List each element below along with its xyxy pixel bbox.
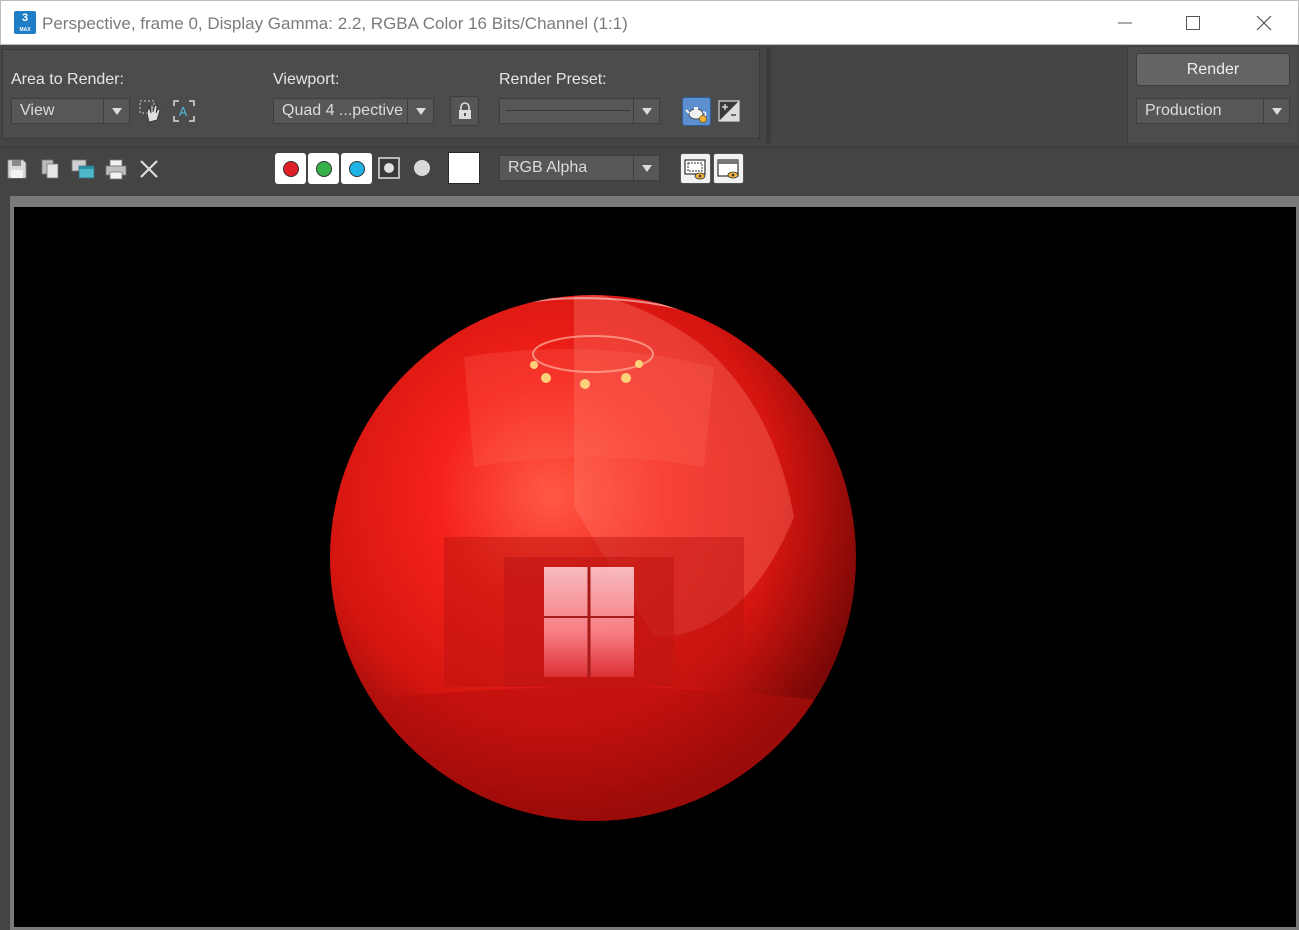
rendered-sphere-image — [330, 295, 856, 821]
edit-region-hand-icon — [139, 100, 161, 123]
save-icon — [7, 159, 27, 179]
svg-text:A: A — [179, 105, 188, 119]
print-image-button[interactable] — [103, 156, 129, 182]
area-to-render-dropdown[interactable]: View — [11, 98, 130, 124]
red-channel-icon — [282, 160, 299, 177]
chevron-down-icon — [407, 99, 433, 123]
window-eye-icon — [716, 158, 739, 178]
clear-icon — [140, 160, 158, 178]
viewport-value: Quad 4 ...pective — [282, 102, 403, 119]
area-to-render-label: Area to Render: — [11, 71, 124, 88]
auto-region-button[interactable]: A — [170, 97, 198, 125]
alpha-channel-toggle[interactable] — [376, 155, 402, 181]
window-title: Perspective, frame 0, Display Gamma: 2.2… — [42, 14, 628, 33]
render-button[interactable]: Render — [1136, 53, 1290, 86]
copy-icon — [41, 159, 59, 179]
blue-channel-toggle[interactable] — [341, 153, 372, 184]
settings-group — [2, 49, 760, 139]
panel-divider — [766, 47, 771, 143]
area-to-render-value: View — [20, 102, 55, 119]
render-preset-dropdown[interactable] — [499, 98, 660, 124]
minimize-button[interactable] — [1102, 1, 1148, 45]
app-logo-icon: 3 MAX — [14, 11, 36, 34]
monochrome-icon — [414, 160, 430, 176]
exposure-icon — [718, 100, 740, 122]
clone-window-icon — [71, 159, 95, 179]
save-image-button[interactable] — [4, 156, 30, 182]
chevron-down-icon — [103, 99, 129, 123]
blue-channel-icon — [348, 160, 365, 177]
chevron-down-icon — [633, 99, 659, 123]
edit-region-button[interactable] — [137, 97, 165, 125]
background-color-swatch[interactable] — [448, 152, 480, 184]
exposure-control-button[interactable] — [715, 97, 743, 125]
close-icon — [1256, 15, 1272, 31]
maximize-icon — [1186, 16, 1200, 30]
clone-window-button[interactable] — [70, 156, 96, 182]
monochrome-toggle[interactable] — [409, 155, 435, 181]
close-button[interactable] — [1241, 1, 1287, 45]
chevron-down-icon — [633, 156, 659, 180]
maximize-button[interactable] — [1170, 1, 1216, 45]
render-settings-panel — [0, 45, 1299, 145]
copy-image-button[interactable] — [37, 156, 63, 182]
render-setup-button[interactable] — [682, 97, 711, 126]
channel-display-dropdown[interactable]: RGB Alpha — [499, 155, 660, 181]
viewport-label: Viewport: — [273, 71, 340, 88]
chevron-down-icon — [1263, 99, 1289, 123]
minimize-icon — [1118, 22, 1132, 24]
clear-image-button[interactable] — [136, 156, 162, 182]
green-channel-toggle[interactable] — [308, 153, 339, 184]
channel-display-value: RGB Alpha — [508, 159, 588, 176]
lock-viewport-button[interactable] — [450, 96, 479, 126]
toggle-ui-button[interactable] — [713, 153, 744, 184]
print-icon — [105, 159, 127, 180]
alpha-channel-icon — [378, 157, 400, 179]
rendered-image[interactable] — [14, 207, 1296, 927]
render-preset-label: Render Preset: — [499, 71, 607, 88]
title-bar: 3 MAX Perspective, frame 0, Display Gamm… — [0, 0, 1299, 45]
auto-region-icon: A — [173, 100, 195, 122]
toggle-ui-overlays-button[interactable] — [680, 153, 711, 184]
red-channel-toggle[interactable] — [275, 153, 306, 184]
lock-icon — [458, 102, 471, 119]
green-channel-icon — [315, 160, 332, 177]
viewport-dropdown[interactable]: Quad 4 ...pective — [273, 98, 434, 124]
preset-empty-line — [506, 110, 630, 111]
display-overlay-icon — [683, 158, 706, 179]
render-mode-dropdown[interactable]: Production — [1136, 98, 1290, 124]
render-mode-value: Production — [1145, 102, 1222, 119]
teapot-render-setup-icon — [684, 106, 707, 123]
